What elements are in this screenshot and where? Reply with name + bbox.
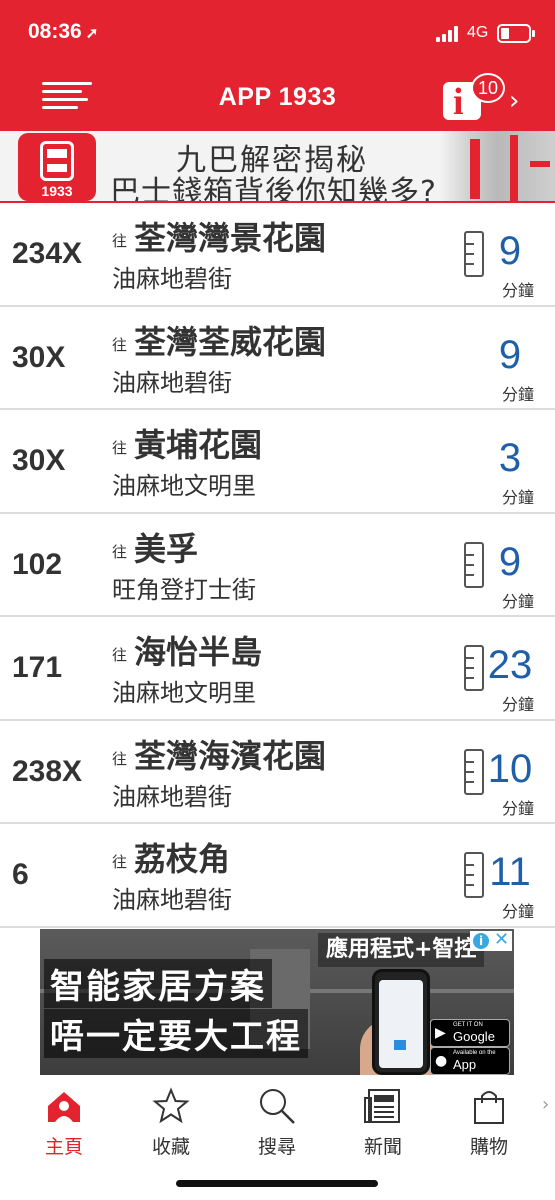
destination: 荔枝角 [134, 840, 231, 878]
ad-close-icon[interactable]: ✕ [494, 929, 509, 950]
destination: 海怡半島 [134, 633, 263, 671]
banner-line2: 巴士錢箱背後你知幾多? [110, 175, 437, 203]
newspaper-icon [364, 1089, 400, 1123]
ad-headline: 智能家居方案 [44, 959, 272, 1008]
route-row[interactable]: 30X 往 荃灣荃威花園 油麻地碧街 9 分鐘 [0, 306, 555, 410]
stop-name: 旺角登打士街 [112, 575, 256, 604]
to-label: 往 [112, 749, 128, 768]
route-row[interactable]: 30X 往 黃埔花園 油麻地文明里 3 分鐘 [0, 410, 555, 514]
route-number: 171 [12, 651, 63, 684]
home-icon [48, 1092, 80, 1122]
notification-badge: 10 [471, 73, 505, 103]
ad-info-icon[interactable]: i [473, 933, 489, 949]
route-number: 238X [12, 754, 83, 788]
nav-label: 搜尋 [257, 1136, 296, 1158]
eta-unit: 分鐘 [501, 384, 534, 404]
nav-favorites[interactable]: 收藏 [131, 1086, 211, 1158]
route-number: 234X [12, 237, 83, 270]
to-label: 往 [112, 646, 128, 664]
ad-choices[interactable]: i ✕ [470, 929, 512, 951]
app-store-badge[interactable]: ● Available on the App Store [430, 1047, 510, 1075]
banner-photo [440, 131, 555, 201]
notifications-button[interactable]: 10 › [443, 73, 531, 124]
nav-scroll-right-icon[interactable]: › [542, 1094, 549, 1115]
kmb-logo: 1933 [18, 133, 96, 201]
star-icon [152, 1087, 190, 1124]
eta-unit: 分鐘 [501, 798, 534, 818]
signal-icon [436, 26, 462, 42]
stop-name: 油麻地碧街 [112, 265, 232, 293]
stop-name: 油麻地碧街 [112, 886, 232, 914]
app-store-small: Available on the [453, 1050, 496, 1056]
home-indicator [176, 1180, 378, 1187]
google-play-badge[interactable]: ▶ GET IT ON Google play [430, 1019, 510, 1059]
stop-name: 油麻地碧街 [112, 782, 232, 811]
to-label: 往 [112, 542, 128, 561]
to-label: 往 [112, 232, 128, 250]
nav-label: 收藏 [151, 1136, 190, 1158]
search-icon [260, 1089, 295, 1124]
eta-minutes: 9 [498, 332, 522, 377]
logo-number: 1933 [41, 183, 73, 199]
to-label: 往 [112, 853, 128, 871]
ad-tag: 應用程式+智控 [318, 933, 485, 967]
route-row[interactable]: 171 往 海怡半島 油麻地文明里 23 分鐘 [0, 617, 555, 721]
stop-name: 油麻地文明里 [112, 472, 256, 500]
route-row[interactable]: 6 往 荔枝角 油麻地碧街 11 分鐘 [0, 824, 555, 928]
eta-unit: 分鐘 [501, 695, 534, 714]
nav-shopping[interactable]: 購物 [449, 1086, 529, 1158]
status-time-text: 08:36 [28, 20, 82, 43]
destination: 黃埔花園 [134, 426, 263, 464]
eta-minutes: 11 [489, 850, 531, 894]
nav-label: 新聞 [363, 1136, 402, 1158]
advertisement[interactable]: 應用程式+智控 智能家居方案 唔一定要大工程 i ✕ ▶ GET IT ON G… [40, 929, 514, 1075]
eta-unit: 分鐘 [501, 488, 534, 507]
nav-home[interactable]: 主頁 [24, 1086, 104, 1158]
app-header: 08:36➚ 4G APP 1933 10 › [0, 0, 555, 131]
ad-phone [372, 969, 430, 1075]
play-icon: ▶ [435, 1025, 446, 1041]
route-number: 102 [12, 547, 63, 581]
destination: 美孚 [134, 529, 199, 568]
eta-minutes: 9 [498, 539, 522, 584]
network-label: 4G [467, 24, 489, 41]
status-bar: 08:36 ➚ 4G [0, 0, 555, 66]
eta-minutes: 10 [487, 746, 533, 791]
stop-name: 油麻地文明里 [112, 679, 256, 707]
promo-banner[interactable]: 1933 九巴解密揭秘 巴士錢箱背後你知幾多? [0, 131, 555, 203]
nav-news[interactable]: 新聞 [343, 1086, 423, 1158]
destination: 荃灣海濱花園 [134, 736, 327, 775]
shopping-bag-icon [474, 1091, 504, 1124]
stop-name: 油麻地碧街 [112, 368, 232, 397]
route-row[interactable]: 234X 往 荃灣灣景花園 油麻地碧街 9 分鐘 [0, 203, 555, 307]
to-label: 往 [112, 335, 128, 354]
destination: 荃灣灣景花園 [134, 219, 327, 257]
nav-label: 購物 [469, 1136, 508, 1158]
eta-unit: 分鐘 [501, 591, 534, 611]
nav-search[interactable]: 搜尋 [237, 1086, 317, 1158]
nav-label: 主頁 [44, 1136, 83, 1158]
to-label: 往 [112, 439, 128, 457]
eta-unit: 分鐘 [501, 902, 534, 921]
eta-minutes: 23 [487, 643, 533, 687]
eta-minutes: 3 [498, 436, 522, 480]
eta-unit: 分鐘 [501, 281, 534, 300]
route-number: 30X [12, 340, 66, 374]
location-arrow-icon: ➚ [85, 25, 99, 42]
route-row[interactable]: 238X 往 荃灣海濱花園 油麻地碧街 10 分鐘 [0, 720, 555, 824]
battery-icon [497, 24, 535, 43]
chevron-right-icon: › [509, 86, 520, 116]
route-number: 30X [12, 444, 66, 477]
google-play-small: GET IT ON [453, 1022, 483, 1028]
ad-subheadline: 唔一定要大工程 [44, 1009, 308, 1058]
bus-icon [40, 141, 74, 181]
app-store-large: App Store [453, 1057, 484, 1075]
status-time: 08:36 ➚ [28, 20, 98, 44]
route-number: 6 [12, 858, 29, 891]
route-row[interactable]: 102 往 美孚 旺角登打士街 9 分鐘 [0, 513, 555, 617]
destination: 荃灣荃威花園 [134, 322, 327, 361]
eta-minutes: 9 [498, 229, 522, 273]
apple-icon: ● [435, 1053, 448, 1069]
